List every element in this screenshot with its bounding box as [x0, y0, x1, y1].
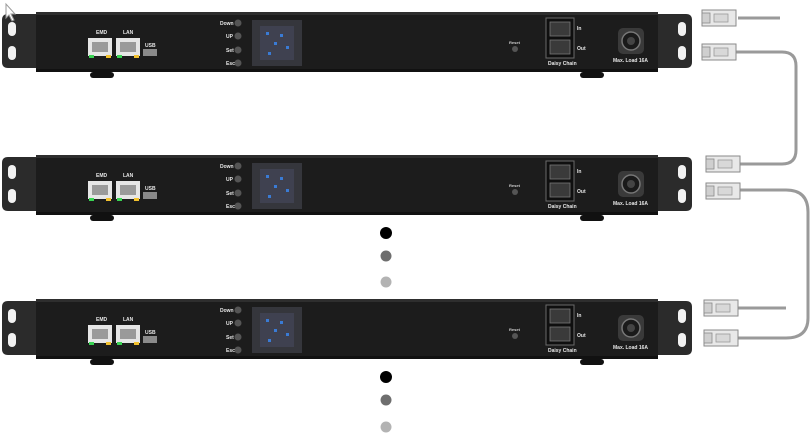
rj45-plug-bottom-in [703, 299, 739, 317]
button-label-up: UP [226, 321, 234, 327]
lan-port-label: LAN [123, 317, 134, 323]
max-load-label: Max. Load 16A [613, 201, 648, 207]
pdu-unit-top: EMD LAN USB Down UP Set Esc Reset In Out… [1, 11, 693, 79]
cable-2-to-3 [738, 188, 810, 340]
usb-port-label: USB [145, 186, 156, 192]
button-label-set: Set [226, 48, 234, 54]
lan-port-label: LAN [123, 30, 134, 36]
button-label-up: UP [226, 177, 234, 183]
rj45-plug-top-out [701, 43, 737, 61]
continuation-dots-lower [380, 371, 392, 433]
daisy-in-label: In [577, 313, 581, 319]
button-label-esc: Esc [226, 61, 235, 67]
max-load-label: Max. Load 16A [613, 345, 648, 351]
button-label-down: Down [220, 164, 234, 170]
rj45-plug-middle-in [705, 155, 741, 173]
daisy-chain-label: Daisy Chain [548, 61, 577, 67]
pdu-unit-bottom: EMD LAN USB Down UP Set Esc Reset In Out… [1, 298, 693, 366]
dot-dark-gray [380, 250, 392, 262]
button-label-set: Set [226, 191, 234, 197]
daisy-chain-label: Daisy Chain [548, 348, 577, 354]
rj45-plug-middle-out [705, 182, 741, 200]
reset-label: Reset [509, 183, 521, 188]
dot-black [380, 371, 392, 383]
usb-port-label: USB [145, 330, 156, 336]
daisy-out-label: Out [577, 333, 586, 339]
reset-label: Reset [509, 40, 521, 45]
dot-light-gray [380, 276, 392, 288]
emd-port-label: EMD [96, 30, 108, 36]
cable-1-to-2 [734, 50, 798, 166]
dot-light-gray [380, 421, 392, 433]
reset-label: Reset [509, 327, 521, 332]
continuation-dots-upper [380, 227, 392, 288]
lan-port-label: LAN [123, 173, 134, 179]
button-label-up: UP [226, 34, 234, 40]
button-label-set: Set [226, 335, 234, 341]
dot-black [380, 227, 392, 239]
daisy-in-label: In [577, 26, 581, 32]
daisy-out-label: Out [577, 46, 586, 52]
daisy-chain-label: Daisy Chain [548, 204, 577, 210]
button-label-esc: Esc [226, 348, 235, 354]
dot-dark-gray [380, 394, 392, 406]
max-load-label: Max. Load 16A [613, 58, 648, 64]
rj45-plug-top-in [701, 9, 737, 27]
daisy-chain-diagram: EMD LAN USB Down UP Set Esc Reset In Out… [1, 2, 810, 433]
pdu-unit-middle: EMD LAN USB Down UP Set Esc Reset In Out… [1, 154, 693, 222]
button-label-down: Down [220, 308, 234, 314]
rj45-plug-bottom-out [703, 329, 739, 347]
button-label-down: Down [220, 21, 234, 27]
daisy-out-label: Out [577, 189, 586, 195]
button-label-esc: Esc [226, 204, 235, 210]
emd-port-label: EMD [96, 317, 108, 323]
usb-port-label: USB [145, 43, 156, 49]
daisy-in-label: In [577, 169, 581, 175]
emd-port-label: EMD [96, 173, 108, 179]
